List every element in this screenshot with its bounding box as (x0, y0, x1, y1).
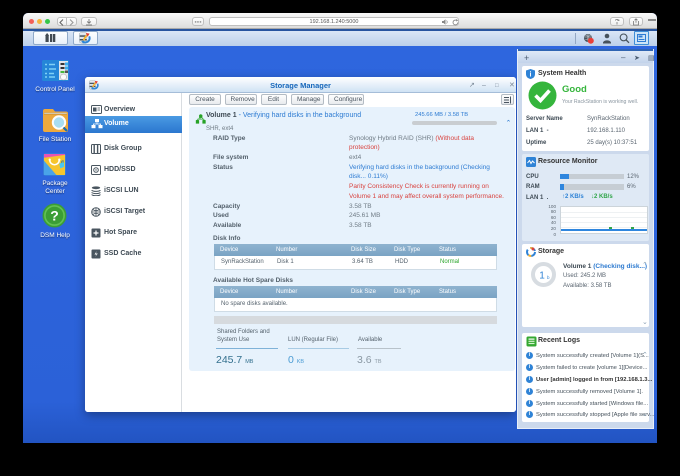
svg-text:?: ? (50, 208, 59, 224)
svg-text:1: 1 (539, 271, 545, 282)
svg-text:i: i (530, 71, 532, 78)
svg-text:b: b (547, 275, 550, 280)
